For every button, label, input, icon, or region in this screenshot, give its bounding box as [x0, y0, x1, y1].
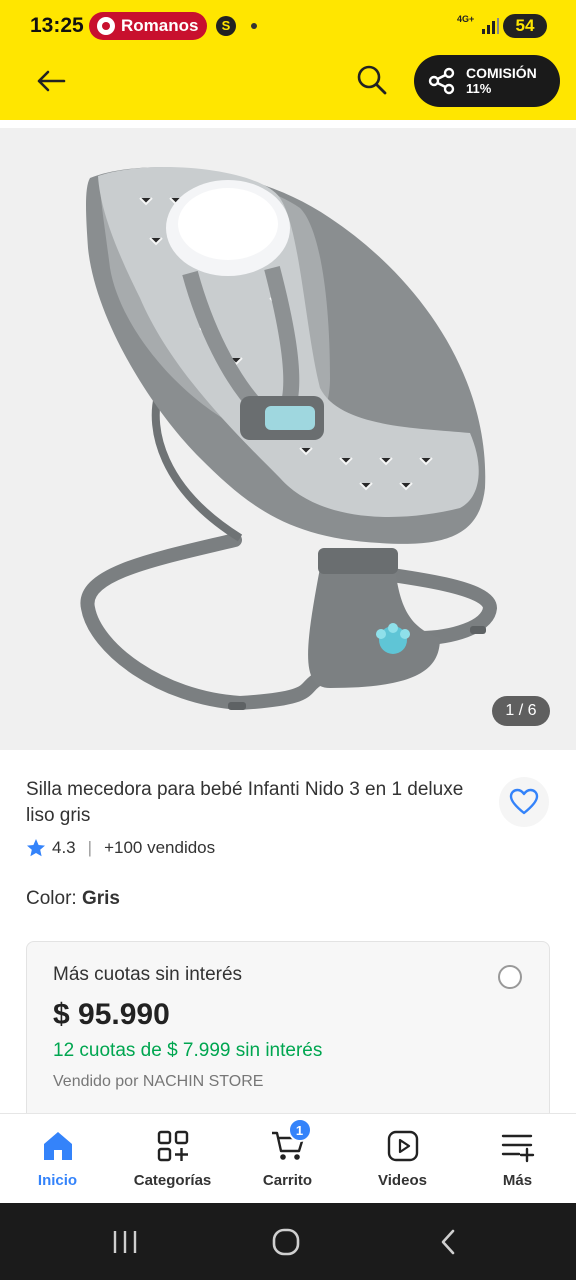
nav-label: Más — [502, 1172, 533, 1189]
nav-item-carrito[interactable]: 1 Carrito — [230, 1114, 345, 1204]
favorite-button[interactable] — [499, 777, 549, 827]
system-back-button[interactable] — [431, 1225, 465, 1259]
rating-separator: | — [87, 838, 93, 857]
status-bar: 13:25 Romanos S 4G+ 54 — [0, 0, 576, 52]
nav-label: Categorías — [133, 1172, 212, 1189]
nav-item-inicio[interactable]: Inicio — [0, 1114, 115, 1204]
home-button[interactable] — [269, 1225, 303, 1259]
arrow-left-icon — [37, 70, 66, 92]
image-counter-text: 1 / 6 — [505, 702, 537, 719]
battery-indicator: 54 — [503, 14, 547, 38]
record-icon — [97, 17, 115, 35]
top-bar: 13:25 Romanos S 4G+ 54 COMISIÓN 11% — [0, 0, 576, 120]
share-icon — [428, 67, 455, 95]
cart-badge: 1 — [287, 1118, 312, 1142]
rating-row[interactable]: 4.3 | +100 vendidos — [26, 836, 215, 860]
video-icon — [387, 1130, 418, 1162]
battery-level: 54 — [515, 16, 535, 35]
status-time: 13:25 — [30, 14, 84, 37]
notification-pill[interactable]: Romanos — [89, 12, 207, 40]
product-image-gallery[interactable]: 1 / 6 — [0, 128, 576, 750]
installments-text: 12 cuotas de $ 7.999 sin interés — [53, 1040, 323, 1061]
back-button[interactable] — [32, 62, 70, 100]
nav-item-categorias[interactable]: Categorías — [115, 1114, 230, 1204]
nav-item-videos[interactable]: Videos — [345, 1114, 460, 1204]
more-notifications-dot-icon — [251, 23, 257, 29]
rating-value: 4.3 — [52, 838, 76, 857]
system-navigation-bar — [0, 1203, 576, 1280]
sold-count: +100 vendidos — [104, 838, 216, 857]
more-icon — [501, 1134, 534, 1163]
color-selector[interactable]: Color: Gris — [26, 888, 120, 910]
app-notification-icon: S — [216, 16, 236, 36]
recent-apps-button[interactable] — [108, 1225, 142, 1259]
bottom-navigation: Inicio Categorías 1 Carrito Videos Más — [0, 1113, 576, 1203]
payment-option-heading: Más cuotas sin interés — [53, 964, 243, 985]
payment-option-radio[interactable] — [498, 965, 522, 989]
color-value: Gris — [81, 888, 120, 909]
commission-label: COMISIÓN — [466, 65, 537, 81]
network-type: 4G+ — [457, 14, 475, 24]
recent-apps-icon — [113, 1231, 137, 1253]
nav-item-mas[interactable]: Más — [460, 1114, 575, 1204]
heart-icon — [509, 788, 539, 815]
image-counter: 1 / 6 — [492, 696, 550, 726]
star-icon — [27, 839, 45, 857]
commission-value: 11% — [466, 81, 492, 96]
color-label: Color: — [26, 888, 82, 909]
product-image — [80, 167, 498, 711]
commission-button[interactable]: COMISIÓN 11% — [414, 55, 560, 107]
home-icon — [43, 1132, 72, 1160]
notification-pill-label: Romanos — [121, 16, 199, 35]
nav-label: Carrito — [262, 1172, 313, 1189]
search-icon — [357, 65, 387, 95]
seller-text: Vendido por NACHIN STORE — [53, 1073, 264, 1090]
product-title: Silla mecedora para bebé Infanti Nido 3 … — [26, 779, 464, 826]
back-chevron-icon — [441, 1229, 455, 1255]
payment-option-card[interactable]: Más cuotas sin interés $ 95.990 12 cuota… — [26, 941, 550, 1131]
categories-icon — [157, 1130, 188, 1162]
nav-label: Inicio — [37, 1172, 78, 1189]
nav-label: Videos — [378, 1172, 427, 1189]
price: $ 95.990 — [53, 998, 170, 1031]
signal-icon — [482, 18, 499, 34]
home-circle-icon — [272, 1228, 300, 1256]
search-button[interactable] — [352, 60, 392, 100]
